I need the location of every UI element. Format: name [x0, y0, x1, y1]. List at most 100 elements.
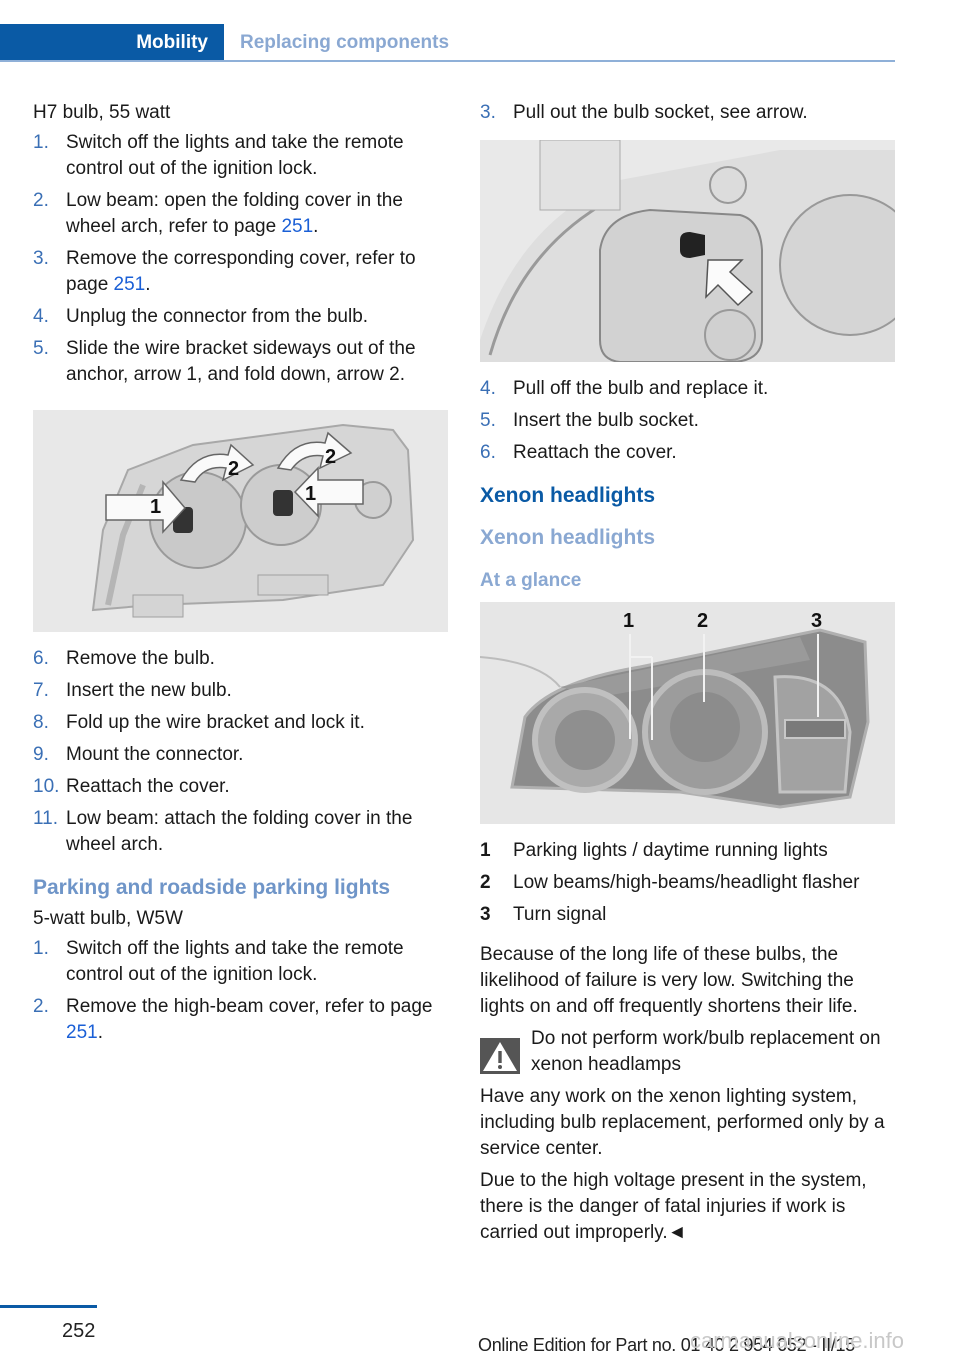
figure-xenon-headlight: 1 2 3: [480, 602, 895, 824]
step-number: 3.: [33, 248, 49, 269]
step-text: Pull out the bulb socket, see arrow.: [513, 102, 808, 123]
figure-label: 1: [150, 496, 161, 518]
step-text: Switch off the lights and take the remot…: [66, 938, 404, 985]
figure-wire-bracket: 1 1 2 2: [33, 410, 448, 632]
legend-text: Low beams/high-beams/headlight flasher: [513, 872, 860, 893]
step-text: Insert the bulb socket.: [513, 410, 699, 431]
header-rule: [0, 60, 895, 62]
steps-list-a: 1. Switch off the lights and take the rem…: [33, 130, 448, 388]
step-text: Insert the new bulb.: [66, 680, 232, 701]
heading-parking-lights: Parking and roadside parking lights: [33, 876, 391, 899]
service-center-paragraph: Have any work on the xenon lighting syst…: [480, 1086, 885, 1159]
warning-block: Do not perform work/bulb replacement on …: [480, 1026, 895, 1078]
list-item: 11. Low beam: attach the folding cover in…: [33, 806, 448, 858]
subheading-at-a-glance: At a glance: [480, 570, 582, 591]
step-number: 4.: [33, 306, 49, 327]
legend-item: 1 Parking lights / daytime running lights: [480, 838, 895, 864]
step-text: Mount the connector.: [66, 744, 244, 765]
xenon-headlight-illustration: 1 2 3: [480, 602, 895, 824]
warning-triangle-icon: [480, 1038, 520, 1074]
steps-list-right-a: 3. Pull out the bulb socket, see arrow.: [480, 100, 895, 126]
list-item: 2. Remove the high-beam cover, refer to p…: [33, 994, 448, 1046]
list-item: 4. Pull off the bulb and replace it.: [480, 376, 895, 402]
step-text-end: .: [97, 1022, 103, 1043]
high-voltage-paragraph: Due to the high voltage present in the s…: [480, 1170, 867, 1243]
legend: 1 Parking lights / daytime running lights…: [480, 838, 895, 928]
step-text-end: .: [145, 274, 151, 295]
step-number: 5.: [33, 338, 49, 359]
figure-label: 1: [305, 483, 316, 505]
step-number: 7.: [33, 680, 49, 701]
right-column: 3. Pull out the bulb socket, see arrow. 4…: [480, 100, 895, 1246]
steps-list-b: 6. Remove the bulb. 7. Insert the new bulb…: [33, 646, 448, 858]
legend-key: 3: [480, 904, 491, 925]
list-item: 9. Mount the connector.: [33, 742, 448, 768]
figure-bulb-socket: [480, 140, 895, 362]
headlight-rear-illustration: 1 1 2 2: [33, 410, 448, 632]
step-number: 11.: [33, 808, 59, 829]
step-text: Remove the bulb.: [66, 648, 215, 669]
figure-label: 2: [697, 610, 708, 632]
step-number: 6.: [480, 442, 496, 463]
figure-label: 2: [325, 446, 336, 468]
legend-text: Parking lights / daytime running lights: [513, 840, 828, 861]
list-item: 5. Slide the wire bracket sideways out of…: [33, 336, 448, 388]
left-column: H7 bulb, 55 watt 1. Switch off the lights…: [33, 100, 448, 1052]
steps-list-right-b: 4. Pull off the bulb and replace it. 5. In…: [480, 376, 895, 466]
step-text: Remove the high-beam cover, refer to pag…: [66, 996, 433, 1017]
watermark: carmanualsonline.info: [690, 1328, 905, 1353]
page-reference-link[interactable]: 251: [281, 216, 313, 237]
legend-item: 3 Turn signal: [480, 902, 895, 928]
step-text: Unplug the connector from the bulb.: [66, 306, 369, 327]
list-item: 6. Remove the bulb.: [33, 646, 448, 672]
step-text: Low beam: open the folding cover in the …: [66, 190, 403, 237]
figure-label: 2: [228, 458, 239, 480]
page-number: 252: [62, 1320, 96, 1342]
steps-list-c: 1. Switch off the lights and take the rem…: [33, 936, 448, 1046]
step-text-end: .: [313, 216, 319, 237]
step-number: 8.: [33, 712, 49, 733]
list-item: 3. Remove the corresponding cover, refer …: [33, 246, 448, 298]
step-text: Slide the wire bracket sideways out of t…: [66, 338, 416, 385]
legend-item: 2 Low beams/high-beams/headlight flasher: [480, 870, 895, 896]
list-item: 3. Pull out the bulb socket, see arrow.: [480, 100, 895, 126]
step-text: Low beam: attach the folding cover in th…: [66, 808, 413, 855]
list-item: 2. Low beam: open the folding cover in th…: [33, 188, 448, 240]
bulb-life-paragraph: Because of the long life of these bulbs,…: [480, 944, 858, 1017]
step-number: 6.: [33, 648, 49, 669]
page-reference-link[interactable]: 251: [66, 1022, 98, 1043]
list-item: 4. Unplug the connector from the bulb.: [33, 304, 448, 330]
page-header: Mobility Replacing components: [0, 24, 895, 62]
list-item: 8. Fold up the wire bracket and lock it.: [33, 710, 448, 736]
step-text: Reattach the cover.: [513, 442, 677, 463]
page-reference-link[interactable]: 251: [114, 274, 146, 295]
step-text: Switch off the lights and take the remot…: [66, 132, 404, 179]
step-number: 3.: [480, 102, 496, 123]
step-number: 10.: [33, 776, 60, 797]
section-tab-replacing-components[interactable]: Replacing components: [240, 24, 449, 62]
step-number: 9.: [33, 744, 49, 765]
footer-rule: [0, 1305, 97, 1308]
step-text: Reattach the cover.: [66, 776, 230, 797]
list-item: 1. Switch off the lights and take the rem…: [33, 936, 448, 988]
figure-label: 3: [811, 610, 822, 632]
subheading-xenon-headlights: Xenon headlights: [480, 526, 656, 549]
step-number: 2.: [33, 190, 49, 211]
legend-key: 1: [480, 840, 491, 861]
list-item: 10. Reattach the cover.: [33, 774, 448, 800]
bulb-spec-h7: H7 bulb, 55 watt: [33, 102, 171, 123]
chapter-tab-mobility[interactable]: Mobility: [0, 24, 224, 62]
list-item: 1. Switch off the lights and take the rem…: [33, 130, 448, 182]
list-item: 7. Insert the new bulb.: [33, 678, 448, 704]
step-number: 1.: [33, 938, 49, 959]
step-number: 5.: [480, 410, 496, 431]
list-item: 6. Reattach the cover.: [480, 440, 895, 466]
legend-key: 2: [480, 872, 491, 893]
bulb-socket-illustration: [480, 140, 895, 362]
heading-xenon-headlights: Xenon headlights: [480, 484, 656, 507]
step-text: Fold up the wire bracket and lock it.: [66, 712, 365, 733]
step-number: 4.: [480, 378, 496, 399]
bulb-spec-w5w: 5-watt bulb, W5W: [33, 908, 183, 929]
step-number: 2.: [33, 996, 49, 1017]
step-text: Pull off the bulb and replace it.: [513, 378, 769, 399]
